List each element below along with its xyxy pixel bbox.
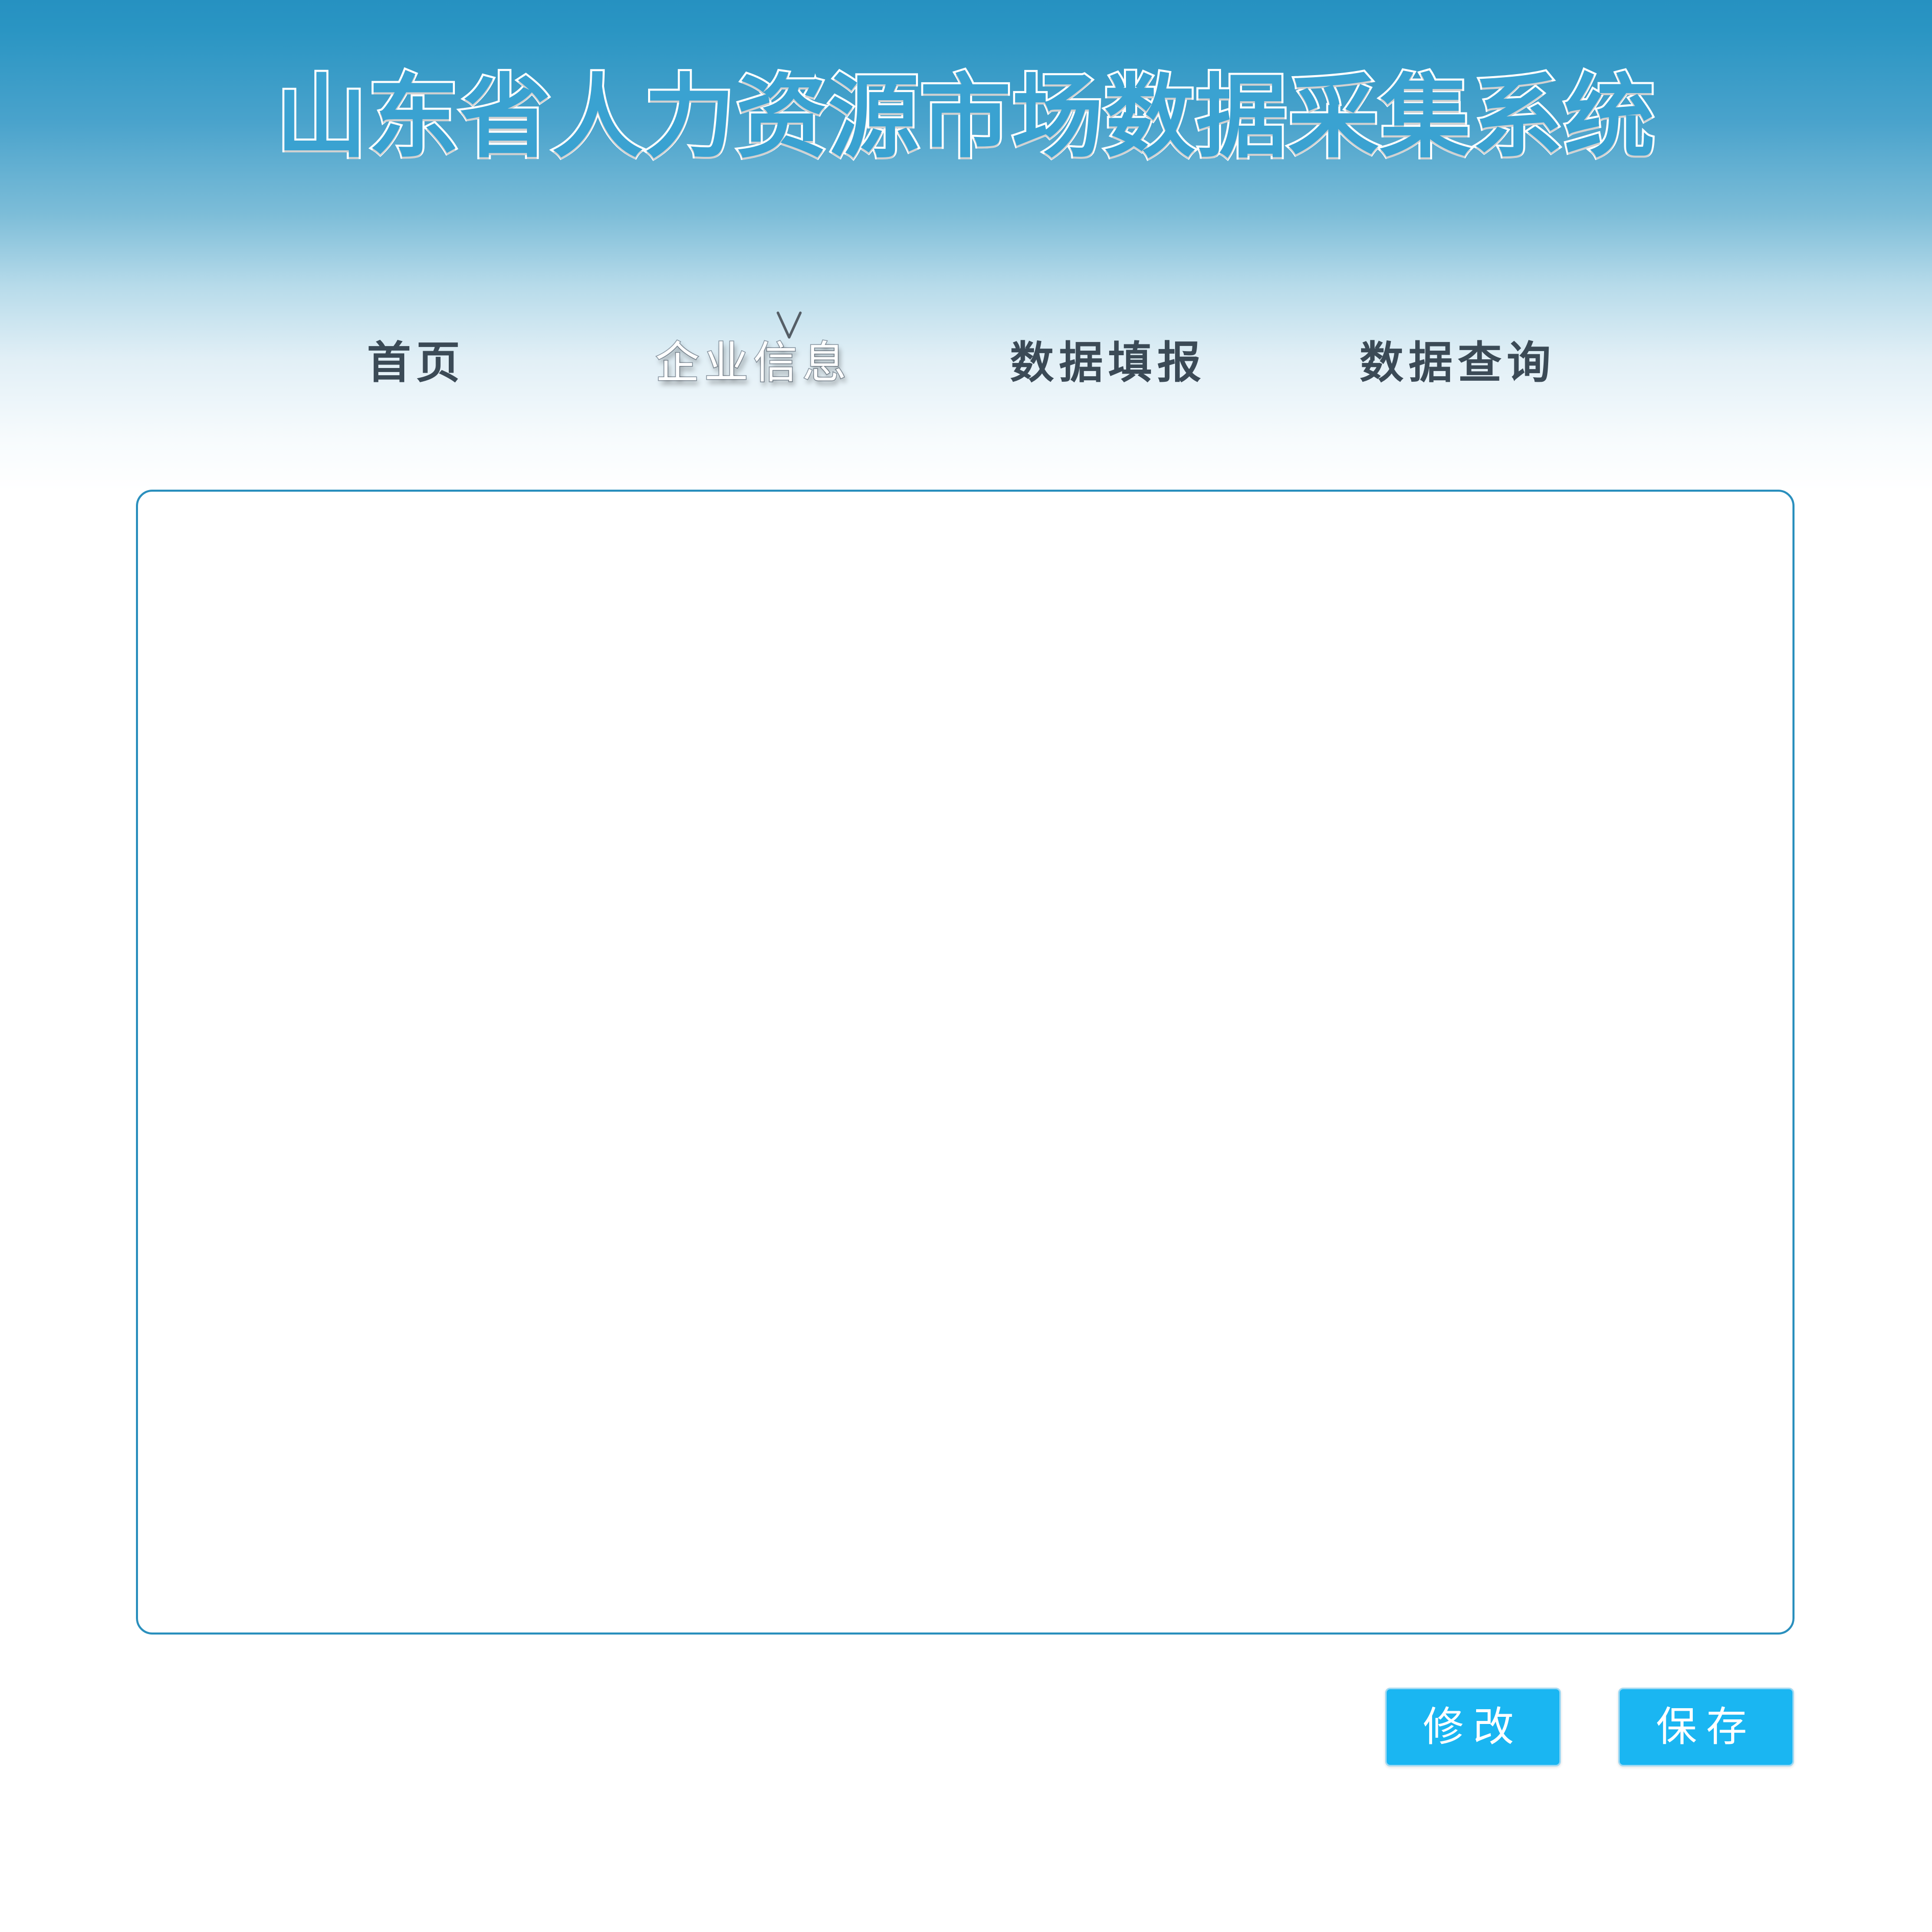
main-nav: 首页 企业信息 数据填报 数据查询 [0,311,1932,399]
content-panel [136,490,1795,1635]
nav-item-home[interactable]: 首页 [367,327,465,399]
nav-item-company-info[interactable]: 企业信息 [655,311,852,399]
app-title: 山东省人力资源市场数据采集系统 [274,62,1657,172]
save-button[interactable]: 保存 [1618,1688,1794,1766]
active-indicator-icon [776,311,802,339]
nav-item-data-entry[interactable]: 数据填报 [1010,327,1206,399]
modify-button[interactable]: 修改 [1385,1688,1561,1766]
nav-item-company-info-label: 企业信息 [655,337,852,389]
nav-item-data-query[interactable]: 数据查询 [1360,327,1556,399]
